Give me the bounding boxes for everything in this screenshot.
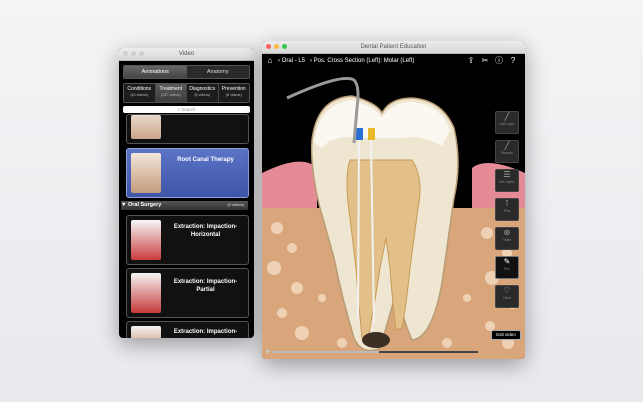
heart-tool[interactable]: ♡ Heart [495,285,519,308]
pin-icon: ⊺ [504,199,510,208]
collapse-triangle-icon: ▼ [121,202,128,208]
pen-tool[interactable]: ✎ Pen [495,256,519,279]
list-item[interactable]: Extraction: Impaction- Partial [126,268,249,318]
layers-icon: ☰ [503,170,511,179]
category-prevention[interactable]: Prevention (8 videos) [218,84,249,102]
search-icon: ⌕ [177,107,180,112]
play-icon[interactable]: ▶ [266,348,271,355]
pins-tool[interactable]: ⊺ Pins [495,198,519,221]
search-input[interactable]: ⌕ Search [123,106,250,113]
tab-control: Animations Anatomy [123,65,250,79]
breadcrumb-view[interactable]: › Pos. Cross Section (Left): Molar (Left… [310,56,414,66]
window-title: Video [178,51,195,57]
breadcrumb-level[interactable]: › Oral - L5 [278,56,305,66]
list-item[interactable]: Extraction: Impaction- Horizontal [126,215,249,265]
title-bar: Video [119,48,254,61]
mix-layers-tool[interactable]: ☰ Mix Layers [495,169,519,192]
zoom-button[interactable] [282,44,287,49]
video-tool[interactable]: ⊛ Video [495,227,519,250]
home-icon[interactable]: ⌂ [265,56,275,66]
film-reel-icon: ⊛ [503,228,511,237]
category-conditions[interactable]: Conditions (43 videos) [124,84,156,102]
video-library-window: Video Animations Anatomy Conditions (43 v… [119,48,254,338]
breadcrumb: ⌂ › Oral - L5 › Pos. Cross Section (Left… [262,54,525,69]
category-diagnostics[interactable]: Diagnostics (8 videos) [187,84,219,102]
probe-icon: ╱ [504,112,510,121]
tooth-cross-section-illustration [262,68,525,359]
remove-tool[interactable]: ╱ Remove [495,140,519,163]
list-item[interactable]: Extraction: Impaction- [126,321,249,338]
share-icon[interactable]: ⇪ [466,56,476,66]
tab-animations[interactable]: Animations [124,66,187,78]
info-icon[interactable]: ⓘ [494,56,504,66]
category-treatment[interactable]: Treatment (137 videos) [155,84,187,102]
tools-icon[interactable]: ✂ [480,56,490,66]
dental-viewer-window: Dental Patient Education ⌂ › Oral - L5 ›… [262,41,525,359]
title-bar: Dental Patient Education [262,41,525,54]
list-item-selected[interactable]: Root Canal Therapy [126,148,249,198]
tooth-thumbnail [131,326,161,338]
list-item[interactable] [126,114,249,144]
tab-anatomy[interactable]: Anatomy [186,66,249,78]
section-header[interactable]: ▼ Oral Surgery (8 videos) [121,201,248,210]
category-selector: Conditions (43 videos) Treatment (137 vide… [123,83,250,103]
tooth-thumbnail [131,153,161,193]
window-title: Dental Patient Education [360,44,427,50]
heart-icon: ♡ [503,286,511,295]
item-title: Root Canal Therapy [177,157,234,163]
add-layer-tool[interactable]: ╱ Add Layer [495,111,519,134]
minimize-button[interactable] [274,44,279,49]
tooth-thumbnail [131,220,161,260]
probe-icon: ╱ [504,141,510,150]
help-icon[interactable]: ? [508,56,518,66]
tooth-thumbnail [131,115,161,139]
tooth-thumbnail [131,273,161,313]
exit-video-button[interactable]: Exit video [491,330,521,340]
pen-icon: ✎ [503,257,511,266]
close-button[interactable] [266,44,271,49]
